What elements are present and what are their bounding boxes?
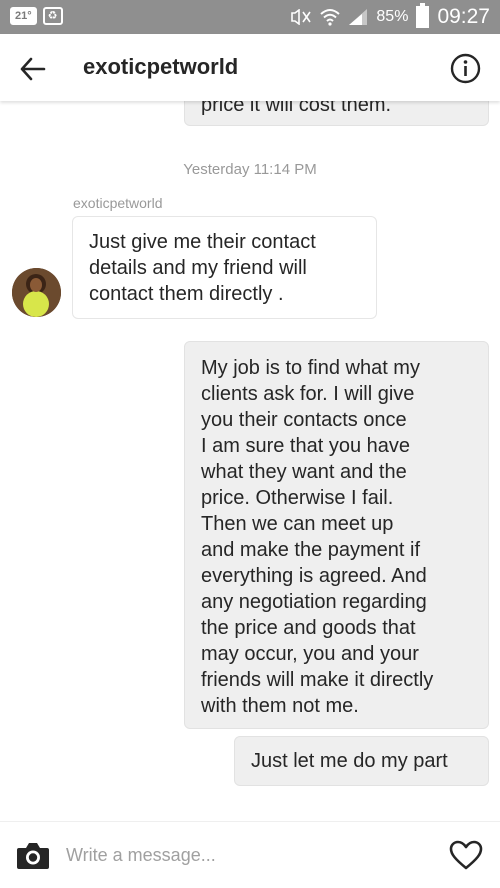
message-bubble-outgoing[interactable]: My job is to find what my clients ask fo… bbox=[184, 341, 489, 729]
message-line: may occur, you and your bbox=[201, 643, 419, 665]
signal-icon bbox=[349, 9, 368, 25]
message-line: any negotiation regarding bbox=[201, 591, 427, 613]
message-text: price it will cost them. bbox=[201, 101, 392, 116]
wifi-icon bbox=[320, 9, 341, 26]
info-button[interactable] bbox=[450, 53, 481, 84]
message-timestamp: Yesterday 11:14 PM bbox=[183, 161, 317, 178]
message-line: Then we can meet up bbox=[201, 513, 394, 535]
avatar-photo bbox=[12, 268, 61, 317]
message-line: My job is to find what my bbox=[201, 357, 420, 379]
chat-header: exoticpetworld bbox=[0, 34, 500, 101]
message-input[interactable] bbox=[66, 839, 426, 871]
like-button[interactable] bbox=[449, 840, 483, 870]
message-line: Just give me their contact bbox=[89, 231, 316, 253]
message-line: with them not me. bbox=[201, 695, 359, 717]
message-bubble-incoming[interactable]: Just give me their contact details and m… bbox=[72, 216, 377, 319]
battery-percent: 85% bbox=[376, 8, 409, 25]
message-list[interactable]: price it will cost them. Yesterday 11:14… bbox=[0, 101, 500, 821]
message-line: friends will make it directly bbox=[201, 669, 434, 691]
battery-icon bbox=[416, 3, 430, 28]
message-line: contact them directly . bbox=[89, 283, 284, 305]
message-bubble-outgoing: price it will cost them. bbox=[184, 101, 489, 126]
message-line: Just let me do my part bbox=[251, 750, 448, 772]
sender-name: exoticpetworld bbox=[73, 195, 163, 211]
message-bubble-outgoing[interactable]: Just let me do my part bbox=[234, 736, 489, 786]
message-line: details and my friend will bbox=[89, 257, 307, 279]
camera-icon bbox=[17, 843, 49, 869]
mute-icon bbox=[291, 9, 312, 25]
message-composer bbox=[0, 821, 500, 888]
temperature-indicator: 21° bbox=[10, 7, 37, 25]
message-line: what they want and the bbox=[201, 461, 407, 483]
back-button[interactable] bbox=[18, 54, 48, 84]
message-line: clients ask for. I will give bbox=[201, 383, 415, 405]
message-line: I am sure that you have bbox=[201, 435, 411, 457]
back-arrow-icon bbox=[20, 57, 46, 81]
message-line: price. Otherwise I fail. bbox=[201, 487, 394, 509]
conversation-title[interactable]: exoticpetworld bbox=[83, 54, 238, 80]
heart-icon bbox=[449, 840, 483, 870]
status-bar: 21° ♻ 85% 09:27 bbox=[0, 0, 500, 34]
message-line: you their contacts once bbox=[201, 409, 407, 431]
info-icon bbox=[450, 53, 481, 84]
avatar[interactable] bbox=[12, 268, 61, 317]
message-line: everything is agreed. And bbox=[201, 565, 427, 587]
message-line: the price and goods that bbox=[201, 617, 416, 639]
clock: 09:27 bbox=[437, 5, 490, 28]
camera-button[interactable] bbox=[16, 840, 50, 870]
recycle-icon: ♻ bbox=[42, 7, 63, 25]
message-line: and make the payment if bbox=[201, 539, 421, 561]
